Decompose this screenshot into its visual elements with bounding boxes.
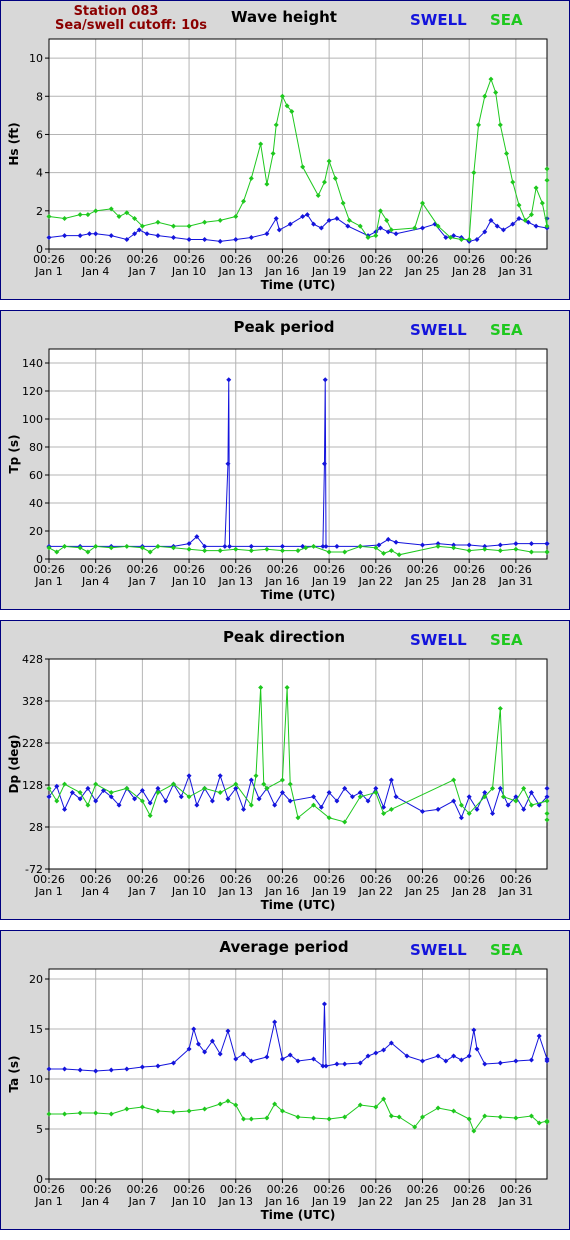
y-tick-label: 60 <box>29 469 43 482</box>
x-tick-date: Jan 10 <box>171 885 206 898</box>
x-tick-date: Jan 13 <box>218 575 253 588</box>
x-tick-date: Jan 25 <box>404 1195 439 1208</box>
peak-period-panel: 0 20 40 60 80 100 120 140 00:26 Jan 1 00:26 Jan 4 00… <box>0 310 570 610</box>
x-tick-date: Jan 7 <box>128 1195 156 1208</box>
y-tick-label: 228 <box>22 737 43 750</box>
legend-sea: SEA <box>490 11 523 29</box>
x-tick-date: Jan 7 <box>128 265 156 278</box>
y-axis-label: Tp (s) <box>7 434 21 473</box>
y-axis-label: Hs (ft) <box>7 122 21 165</box>
x-axis-label: Time (UTC) <box>261 588 336 602</box>
average-period-chart: 0510152000:26Jan 100:26Jan 400:26Jan 700… <box>7 938 550 1222</box>
x-tick-date: Jan 22 <box>358 885 393 898</box>
y-tick-label: 5 <box>36 1123 43 1136</box>
y-tick-label: 100 <box>22 413 43 426</box>
x-tick-date: Jan 22 <box>358 575 393 588</box>
x-tick-date: Jan 1 <box>34 265 62 278</box>
x-tick-date: Jan 31 <box>498 265 533 278</box>
legend-swell: SWELL <box>410 631 467 649</box>
legend-sea: SEA <box>490 631 523 649</box>
x-tick-date: Jan 1 <box>34 885 62 898</box>
x-tick-date: Jan 22 <box>358 265 393 278</box>
y-tick-label: 80 <box>29 441 43 454</box>
peak-direction-panel: -72 28 128 228 328 428 00:26 Jan 1 00:26 Jan 4 00:… <box>0 620 570 920</box>
y-tick-label: 120 <box>22 385 43 398</box>
chart-title: Wave height <box>231 8 337 26</box>
x-tick-date: Jan 31 <box>498 1195 533 1208</box>
y-tick-label: 20 <box>29 525 43 538</box>
y-tick-label: 2 <box>36 205 43 218</box>
peak-period-chart: 02040608010012014000:26Jan 100:26Jan 400… <box>7 318 550 602</box>
x-tick-date: Jan 19 <box>311 1195 346 1208</box>
x-tick-date: Jan 10 <box>171 1195 206 1208</box>
y-tick-label: 15 <box>29 1023 43 1036</box>
y-tick-label: 8 <box>36 90 43 103</box>
legend-swell: SWELL <box>410 321 467 339</box>
x-tick-date: Jan 16 <box>264 885 299 898</box>
x-tick-date: Jan 7 <box>128 575 156 588</box>
x-axis-label: Time (UTC) <box>261 1208 336 1222</box>
y-tick-label: 6 <box>36 128 43 141</box>
x-tick-date: Jan 19 <box>311 575 346 588</box>
x-tick-date: Jan 10 <box>171 265 206 278</box>
x-tick-date: Jan 16 <box>264 265 299 278</box>
x-tick-date: Jan 13 <box>218 1195 253 1208</box>
x-tick-date: Jan 7 <box>128 885 156 898</box>
x-axis-label: Time (UTC) <box>261 278 336 292</box>
y-tick-label: 10 <box>29 52 43 65</box>
x-tick-date: Jan 4 <box>81 575 109 588</box>
y-tick-label: 4 <box>36 167 43 180</box>
y-tick-label: 328 <box>22 695 43 708</box>
y-axis-label: Dp (deg) <box>7 734 21 793</box>
y-tick-label: 20 <box>29 973 43 986</box>
legend-sea: SEA <box>490 941 523 959</box>
station-name: Station 083 <box>74 4 159 19</box>
plot-area <box>49 349 547 559</box>
y-axis-label: Ta (s) <box>7 1055 21 1092</box>
legend-sea: SEA <box>490 321 523 339</box>
x-tick-date: Jan 13 <box>218 885 253 898</box>
plot-area <box>49 969 547 1179</box>
x-tick-date: Jan 22 <box>358 1195 393 1208</box>
x-tick-date: Jan 31 <box>498 885 533 898</box>
average-period-panel: 0 5 10 15 20 00:26 Jan 1 00:26 Jan 4 00:26 Jan 7 00… <box>0 930 570 1230</box>
legend-swell: SWELL <box>410 941 467 959</box>
chart-title: Average period <box>219 938 348 956</box>
x-tick-date: Jan 1 <box>34 1195 62 1208</box>
x-tick-date: Jan 19 <box>311 885 346 898</box>
plot-area <box>49 659 547 869</box>
x-tick-date: Jan 28 <box>451 885 486 898</box>
chart-title: Peak direction <box>223 628 345 646</box>
y-tick-label: 40 <box>29 497 43 510</box>
x-tick-date: Jan 16 <box>264 575 299 588</box>
x-tick-date: Jan 31 <box>498 575 533 588</box>
x-tick-date: Jan 25 <box>404 885 439 898</box>
y-tick-label: 140 <box>22 357 43 370</box>
x-tick-date: Jan 4 <box>81 265 109 278</box>
x-tick-date: Jan 10 <box>171 575 206 588</box>
cutoff-label: Sea/swell cutoff: 10s <box>55 18 207 33</box>
peak-direction-chart: -722812822832842800:26Jan 100:26Jan 400:… <box>7 628 550 912</box>
x-tick-date: Jan 28 <box>451 265 486 278</box>
x-tick-date: Jan 25 <box>404 265 439 278</box>
x-tick-date: Jan 28 <box>451 575 486 588</box>
y-tick-label: 128 <box>22 779 43 792</box>
x-tick-date: Jan 28 <box>451 1195 486 1208</box>
x-axis-label: Time (UTC) <box>261 898 336 912</box>
legend-swell: SWELL <box>410 11 467 29</box>
y-tick-label: 10 <box>29 1073 43 1086</box>
x-tick-date: Jan 13 <box>218 265 253 278</box>
x-tick-date: Jan 25 <box>404 575 439 588</box>
x-tick-date: Jan 16 <box>264 1195 299 1208</box>
x-tick-date: Jan 19 <box>311 265 346 278</box>
y-tick-label: 28 <box>29 821 43 834</box>
x-tick-date: Jan 1 <box>34 575 62 588</box>
y-tick-label: 428 <box>22 653 43 666</box>
x-tick-date: Jan 4 <box>81 1195 109 1208</box>
wave-height-chart: 024681000:26Jan 100:26Jan 400:26Jan 700:… <box>7 4 550 292</box>
wave-height-panel: 0 2 4 6 8 10 00:26 Jan 1 00:26 Jan 4 00:26 Jan 7 00:… <box>0 0 570 300</box>
chart-title: Peak period <box>234 318 335 336</box>
x-tick-date: Jan 4 <box>81 885 109 898</box>
